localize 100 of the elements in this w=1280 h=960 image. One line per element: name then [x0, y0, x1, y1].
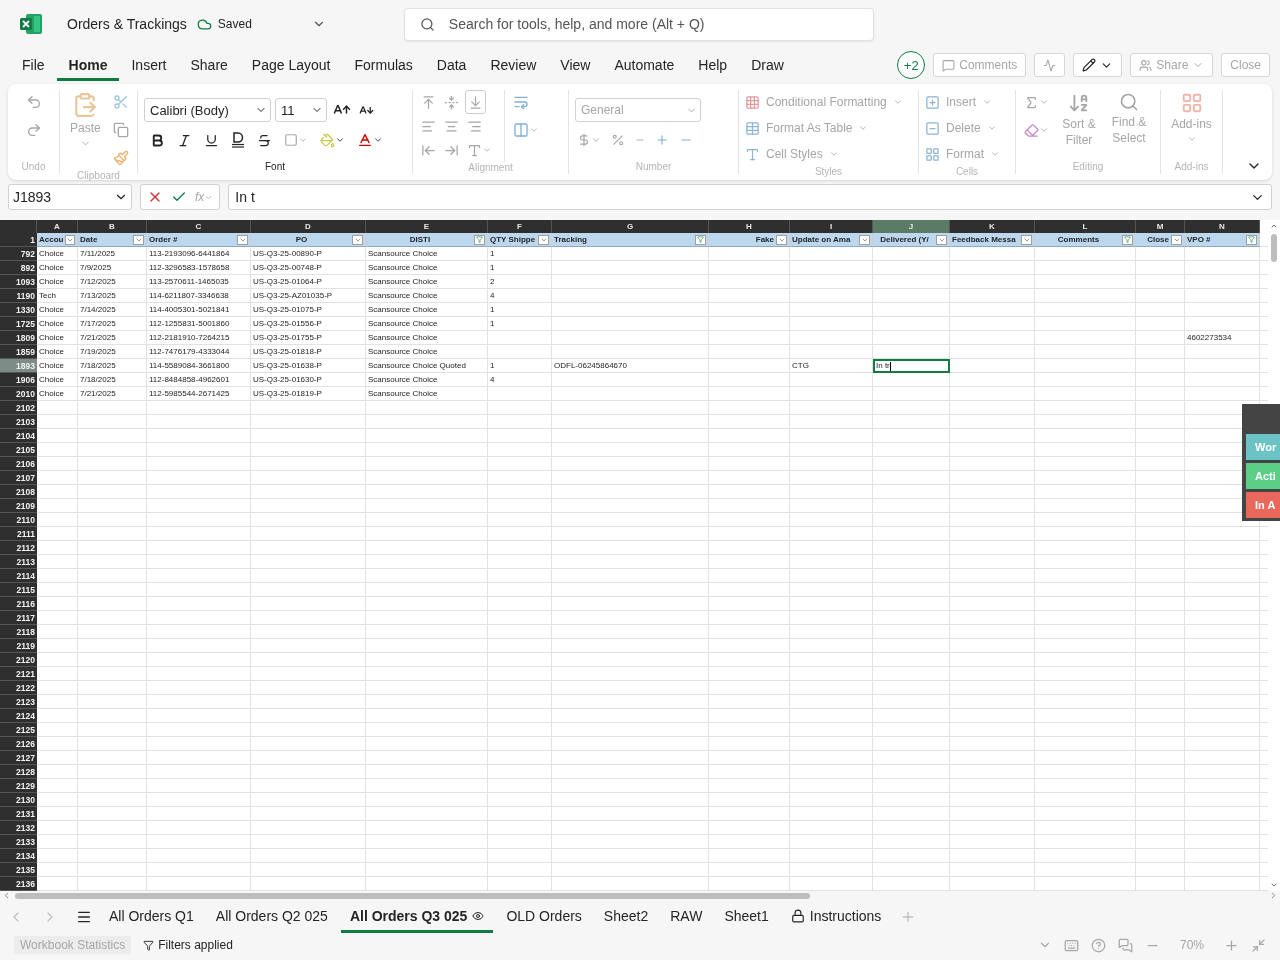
menu-tab[interactable]: Draw: [739, 49, 796, 81]
sheet-tab[interactable]: All Orders Q3 025: [340, 901, 494, 933]
row-number[interactable]: 1906: [0, 373, 37, 387]
row-number[interactable]: 1190: [0, 289, 37, 303]
menu-icon[interactable]: [76, 909, 92, 925]
column-header[interactable]: K: [950, 220, 1035, 233]
column-header[interactable]: J: [873, 220, 950, 233]
column-header[interactable]: L: [1035, 220, 1136, 233]
row-number[interactable]: 2136: [0, 877, 37, 891]
row-number[interactable]: 2107: [0, 471, 37, 485]
filter-button[interactable]: [1171, 234, 1182, 245]
row-number[interactable]: 2119: [0, 639, 37, 653]
menu-tab[interactable]: Formulas: [342, 49, 425, 81]
filter-button[interactable]: [859, 234, 870, 245]
row-number[interactable]: 2118: [0, 625, 37, 639]
row-number[interactable]: 2117: [0, 611, 37, 625]
column-header[interactable]: B: [78, 220, 147, 233]
row-number[interactable]: 2133: [0, 835, 37, 849]
sheet-tab[interactable]: All Orders Q2 025: [206, 901, 337, 933]
filter-button[interactable]: [538, 234, 549, 245]
feedback-icon[interactable]: [1117, 937, 1133, 953]
column-header[interactable]: I: [790, 220, 873, 233]
menu-tab[interactable]: Page Layout: [239, 49, 343, 81]
filter-button[interactable]: [936, 234, 947, 245]
row-number[interactable]: 2127: [0, 751, 37, 765]
row-number[interactable]: 792: [0, 247, 37, 261]
sheet-tab[interactable]: Sheet2: [594, 901, 658, 933]
row-number[interactable]: 2105: [0, 443, 37, 457]
column-header[interactable]: E: [366, 220, 488, 233]
row-number[interactable]: 2125: [0, 723, 37, 737]
row-number[interactable]: 2106: [0, 457, 37, 471]
row-number[interactable]: 892: [0, 261, 37, 275]
menu-tab[interactable]: Share: [178, 49, 240, 81]
row-number[interactable]: 2129: [0, 779, 37, 793]
filter-button[interactable]: [474, 234, 485, 245]
row-number[interactable]: 2103: [0, 415, 37, 429]
row-number[interactable]: 1330: [0, 303, 37, 317]
row-number[interactable]: 2116: [0, 597, 37, 611]
filter-button[interactable]: [695, 234, 706, 245]
cell-editor[interactable]: In tr: [873, 359, 950, 373]
column-header[interactable]: N: [1185, 220, 1260, 233]
row-number[interactable]: 2124: [0, 709, 37, 723]
menu-tab[interactable]: View: [548, 49, 603, 81]
select-all-button[interactable]: [0, 220, 37, 233]
row-number[interactable]: 2122: [0, 681, 37, 695]
row-number[interactable]: 1859: [0, 345, 37, 359]
column-header[interactable]: D: [251, 220, 366, 233]
row-number[interactable]: 2112: [0, 541, 37, 555]
filter-button[interactable]: [1021, 234, 1032, 245]
sheet-tab[interactable]: RAW: [661, 901, 712, 933]
collaborators-badge[interactable]: +2: [897, 51, 926, 79]
row-number[interactable]: 2110: [0, 513, 37, 527]
fit-icon[interactable]: [1251, 937, 1266, 953]
formula-field[interactable]: In t: [228, 184, 1272, 210]
row-number[interactable]: 2120: [0, 653, 37, 667]
row-number[interactable]: 2115: [0, 583, 37, 597]
zoom-in-icon[interactable]: [1224, 937, 1239, 953]
name-box[interactable]: J1893: [8, 184, 132, 210]
row-number[interactable]: 2126: [0, 737, 37, 751]
column-header[interactable]: G: [552, 220, 709, 233]
row-number[interactable]: 1: [0, 233, 37, 247]
row-number[interactable]: 2134: [0, 849, 37, 863]
keyboard-icon[interactable]: [1063, 937, 1079, 953]
row-number[interactable]: 2111: [0, 527, 37, 541]
row-number[interactable]: 2123: [0, 695, 37, 709]
column-header[interactable]: M: [1136, 220, 1185, 233]
row-number[interactable]: 2128: [0, 765, 37, 779]
row-number[interactable]: 1093: [0, 275, 37, 289]
column-header[interactable]: C: [147, 220, 251, 233]
menu-tab[interactable]: Review: [478, 49, 549, 81]
row-number[interactable]: 2121: [0, 667, 37, 681]
scroll-thumb[interactable]: [15, 892, 810, 899]
menu-tab[interactable]: Insert: [119, 49, 179, 81]
menu-tab[interactable]: Home: [56, 49, 120, 81]
scroll-thumb[interactable]: [1271, 234, 1277, 262]
filter-button[interactable]: [1246, 234, 1257, 245]
menu-tab[interactable]: Automate: [602, 49, 687, 81]
row-number[interactable]: 1725: [0, 317, 37, 331]
row-number[interactable]: 2132: [0, 821, 37, 835]
row-number[interactable]: 2109: [0, 499, 37, 513]
row-number[interactable]: 2104: [0, 429, 37, 443]
column-header[interactable]: F: [488, 220, 552, 233]
row-number[interactable]: 2113: [0, 555, 37, 569]
row-number[interactable]: 2131: [0, 807, 37, 821]
edit-mode-button[interactable]: [1073, 53, 1123, 77]
row-number[interactable]: 2102: [0, 401, 37, 415]
row-number[interactable]: 2114: [0, 569, 37, 583]
filter-button[interactable]: [352, 234, 363, 245]
activity-button[interactable]: [1034, 53, 1066, 77]
column-header[interactable]: A: [37, 220, 78, 233]
row-number[interactable]: 2135: [0, 863, 37, 877]
column-header[interactable]: H: [709, 220, 790, 233]
sheet-tab[interactable]: Instructions: [781, 901, 891, 933]
help-icon[interactable]: [1090, 937, 1106, 953]
filter-button[interactable]: [133, 234, 144, 245]
menu-tab[interactable]: Help: [686, 49, 740, 81]
filter-button[interactable]: [776, 234, 787, 245]
menu-tab[interactable]: File: [10, 49, 57, 81]
sheet-tab[interactable]: All Orders Q1: [100, 901, 203, 933]
filter-button[interactable]: [1122, 234, 1133, 245]
